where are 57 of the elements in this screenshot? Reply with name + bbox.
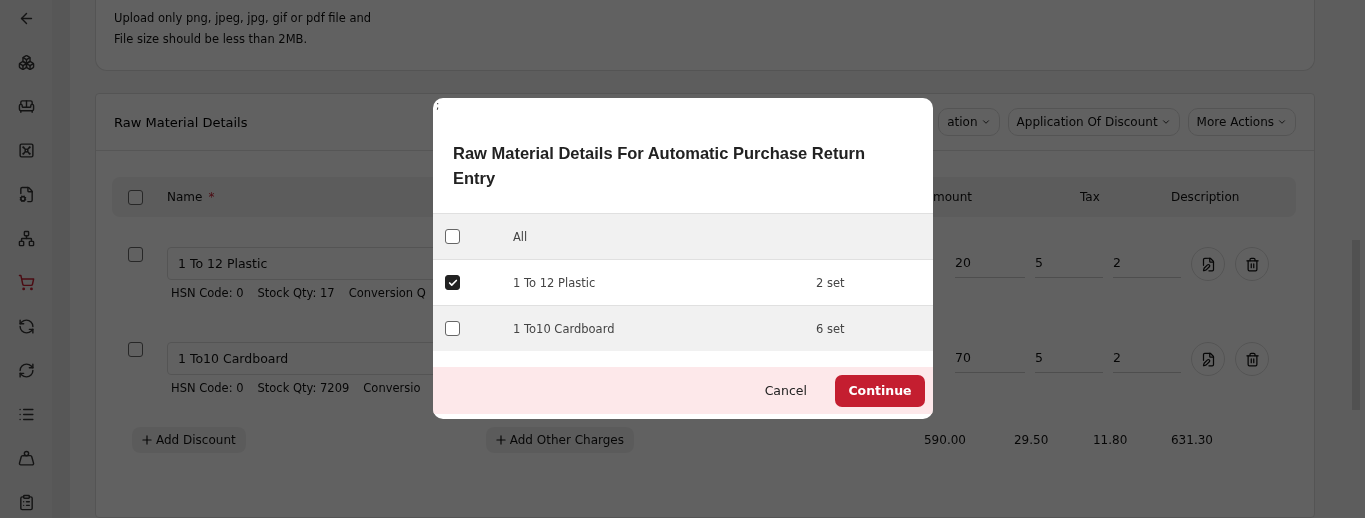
checkbox[interactable] [445, 275, 460, 290]
meta-text: Stock Qty: 7209 [257, 381, 350, 395]
checkbox[interactable] [128, 342, 143, 357]
cancel-button[interactable]: Cancel [758, 382, 813, 399]
section-title: Raw Material Details [114, 114, 248, 130]
edit-button[interactable] [1191, 247, 1225, 281]
plus-icon [140, 433, 154, 447]
checkbox[interactable] [445, 229, 460, 244]
caret-icon [980, 117, 991, 127]
delete-button[interactable] [1235, 342, 1269, 376]
dropdown-button[interactable]: Application Of Discount [1007, 108, 1180, 136]
value-field[interactable]: 5 [1035, 247, 1103, 278]
caret-icon [1277, 117, 1287, 127]
column-header: mount [933, 190, 973, 204]
meta-text: HSN Code: 0 [171, 381, 244, 395]
delete-button[interactable] [1235, 247, 1269, 281]
value-field[interactable]: 5 [1035, 342, 1103, 373]
checkbox[interactable] [128, 247, 143, 262]
item-name: 1 To10 Cardboard [513, 321, 616, 336]
column-header: Description [1171, 190, 1241, 204]
plus-icon [493, 433, 508, 447]
continue-button[interactable]: Continue [835, 374, 925, 407]
tax-field[interactable]: 2 [1113, 342, 1181, 373]
column-header: Name * [167, 190, 216, 204]
total-value: 631.30 [1171, 433, 1214, 447]
total-value: 590.00 [924, 433, 967, 447]
edit-button[interactable] [1191, 342, 1225, 376]
upload-note-text: File size should be less than 2MB. [114, 31, 308, 48]
add-charges-button[interactable]: Add Other Charges [485, 427, 634, 453]
meta-text: HSN Code: 0 [171, 286, 244, 300]
meta-text: Stock Qty: 17 [257, 286, 335, 300]
file-pen-icon [1200, 256, 1216, 272]
checkbox[interactable] [128, 189, 143, 205]
meta-text: Conversion Q [348, 286, 426, 300]
item-name: All [513, 229, 529, 244]
caret-icon [1160, 117, 1171, 127]
trash-icon [1244, 351, 1260, 367]
item-quantity: 2 set [816, 275, 845, 290]
checkbox[interactable] [445, 321, 460, 336]
check-icon [447, 277, 458, 288]
file-pen-icon [1200, 351, 1216, 367]
add-discount-button[interactable]: Add Discount [132, 427, 246, 453]
trash-icon [1244, 256, 1260, 272]
upload-note-text: Upload only png, jpeg, jpg, gif or pdf file and [114, 10, 372, 27]
item-name: 1 To 12 Plastic [513, 275, 597, 290]
dropdown-button[interactable]: More Actions [1187, 108, 1296, 136]
item-quantity: 6 set [816, 321, 845, 336]
tax-field[interactable]: 2 [1113, 247, 1181, 278]
total-value: 11.80 [1093, 433, 1129, 447]
dialog-title: Raw Material Details For Automatic Purchase Return Entry [452, 143, 866, 189]
dropdown-button[interactable]: ation [938, 108, 1000, 136]
amount-field[interactable]: 70 [955, 342, 1025, 373]
column-header: Tax [1080, 190, 1101, 204]
total-value: 29.50 [1014, 433, 1050, 447]
mark-text: ; [435, 99, 441, 113]
amount-field[interactable]: 20 [955, 247, 1025, 278]
meta-text: Conversio [363, 381, 421, 395]
